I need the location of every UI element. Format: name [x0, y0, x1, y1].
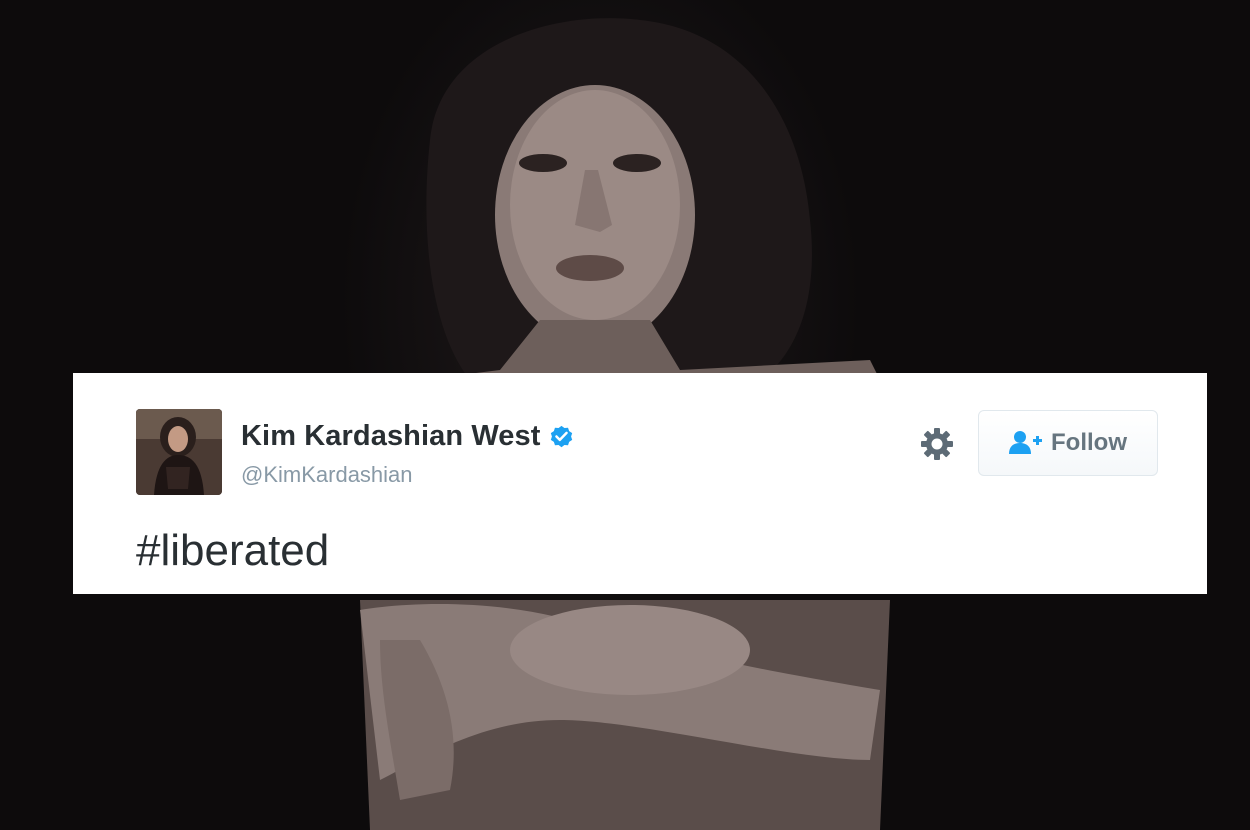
- tweet-text[interactable]: #liberated: [136, 529, 329, 573]
- follow-button-label: Follow: [1051, 429, 1127, 456]
- tweet-card: Kim Kardashian West @KimKardashian Follo…: [73, 373, 1207, 594]
- avatar[interactable]: [136, 409, 222, 495]
- username[interactable]: @KimKardashian: [241, 462, 413, 488]
- display-name-row: Kim Kardashian West: [241, 420, 575, 453]
- avatar-image: [136, 409, 222, 495]
- display-name[interactable]: Kim Kardashian West: [241, 420, 541, 453]
- verified-badge-icon: [548, 423, 575, 450]
- follow-button[interactable]: Follow: [978, 410, 1158, 476]
- add-user-icon: [1009, 430, 1043, 456]
- gear-icon[interactable]: [917, 424, 957, 464]
